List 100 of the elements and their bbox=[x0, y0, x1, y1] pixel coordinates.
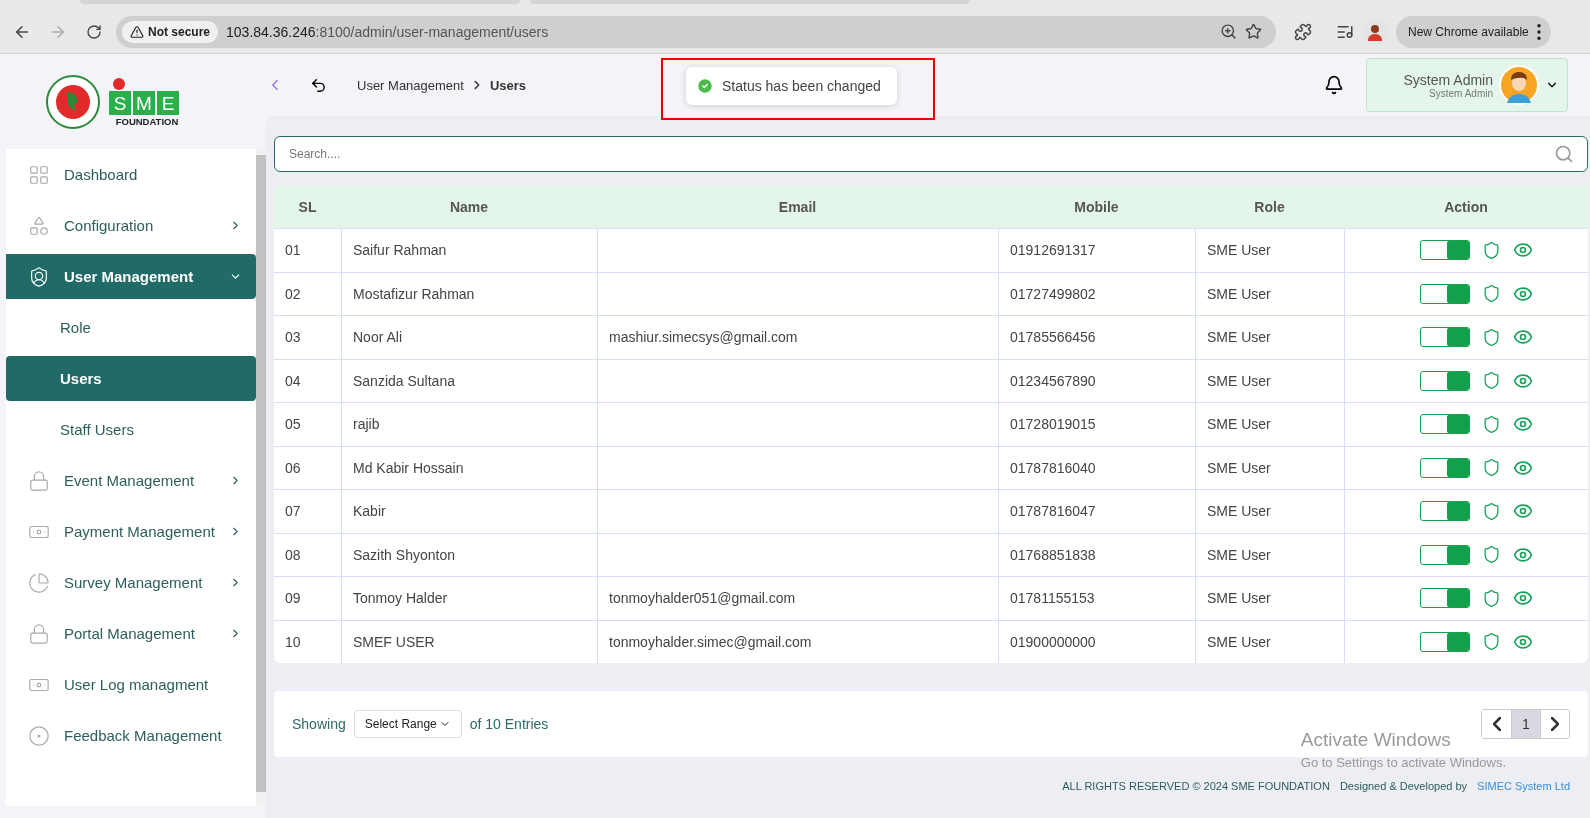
table-cell: 07 bbox=[274, 489, 341, 533]
profile-avatar[interactable] bbox=[1362, 18, 1388, 45]
table-cell: Mostafizur Rahman bbox=[341, 271, 597, 315]
sidebar-item[interactable]: Event Management bbox=[6, 458, 256, 503]
security-chip[interactable]: Not secure bbox=[122, 20, 219, 43]
chevron-right-icon bbox=[1551, 717, 1559, 731]
update-button[interactable]: New Chrome available bbox=[1396, 15, 1551, 48]
table-cell: 09 bbox=[274, 576, 341, 620]
status-toggle[interactable] bbox=[1420, 544, 1470, 565]
table-cell: 01787816040 bbox=[998, 445, 1195, 489]
sidebar-item[interactable]: Survey Management bbox=[6, 560, 256, 605]
breadcrumb-current: Users bbox=[489, 77, 527, 93]
shield-icon[interactable] bbox=[1482, 632, 1501, 652]
warning-icon bbox=[130, 24, 144, 39]
sidebar-item[interactable]: Feedback Management bbox=[6, 713, 256, 758]
column-header: Name bbox=[341, 186, 597, 228]
table-cell: Kabir bbox=[341, 489, 597, 533]
next-page-button[interactable] bbox=[1540, 710, 1569, 738]
shield-icon[interactable] bbox=[1482, 414, 1501, 434]
table-cell: 01785566456 bbox=[998, 315, 1195, 359]
table-cell: SME User bbox=[1195, 402, 1344, 446]
toast-notification: Status has been changed bbox=[686, 67, 897, 105]
search-icon[interactable] bbox=[1554, 144, 1574, 164]
check-icon bbox=[696, 77, 714, 95]
sidebar-item[interactable]: Dashboard bbox=[6, 152, 256, 197]
submenu-item[interactable]: Staff Users bbox=[6, 407, 256, 452]
shapes-icon bbox=[28, 214, 50, 237]
sidebar-item[interactable]: Payment Management bbox=[6, 509, 256, 554]
submenu-item[interactable]: Role bbox=[6, 305, 256, 350]
table-cell: SME User bbox=[1195, 576, 1344, 620]
status-toggle[interactable] bbox=[1420, 414, 1470, 435]
address-bar[interactable]: Not secure 103.84.36.246:8100/admin/user-management/users bbox=[116, 15, 1276, 48]
table-cell: SMEF USER bbox=[341, 619, 597, 663]
status-toggle[interactable] bbox=[1420, 457, 1470, 478]
status-toggle[interactable] bbox=[1420, 240, 1470, 261]
table-cell: SME User bbox=[1195, 445, 1344, 489]
table-cell: 01900000000 bbox=[998, 619, 1195, 663]
avatar-icon bbox=[1499, 65, 1539, 105]
pie-chart-icon bbox=[28, 571, 50, 594]
sidebar-item[interactable]: Configuration bbox=[6, 203, 256, 248]
chevron-left-icon bbox=[1492, 717, 1501, 731]
activation-title: Activate Windows bbox=[1300, 729, 1452, 751]
back-icon[interactable] bbox=[310, 76, 327, 94]
shield-icon[interactable] bbox=[1482, 284, 1501, 304]
table-cell: Md Kabir Hossain bbox=[341, 445, 597, 489]
shield-icon[interactable] bbox=[1482, 501, 1501, 521]
table-cell: SME User bbox=[1195, 619, 1344, 663]
url-text: 103.84.36.246:8100/admin/user-management/users bbox=[226, 23, 550, 40]
table-cell: 01912691317 bbox=[998, 228, 1195, 272]
table-cell: tonmoyhalder.simec@gmail.com bbox=[597, 619, 998, 663]
column-header: Email bbox=[597, 186, 998, 228]
submenu-item[interactable]: Users bbox=[6, 356, 256, 401]
status-toggle[interactable] bbox=[1420, 283, 1470, 304]
status-toggle[interactable] bbox=[1420, 370, 1470, 391]
status-toggle[interactable] bbox=[1420, 501, 1470, 522]
page-button[interactable]: 1 bbox=[1511, 710, 1540, 738]
shield-icon[interactable] bbox=[1482, 588, 1501, 608]
table-cell: SME User bbox=[1195, 271, 1344, 315]
table-cell: 01768851838 bbox=[998, 532, 1195, 576]
shield-icon[interactable] bbox=[1482, 327, 1501, 347]
column-header: Role bbox=[1195, 186, 1344, 228]
status-toggle[interactable] bbox=[1420, 588, 1470, 609]
table-cell: 01727499802 bbox=[998, 271, 1195, 315]
table-cell: SME User bbox=[1195, 532, 1344, 576]
table-cell: 06 bbox=[274, 445, 341, 489]
reload-icon bbox=[86, 23, 102, 40]
entries-label: of 10 Entries bbox=[469, 716, 549, 732]
table-cell: SME User bbox=[1195, 228, 1344, 272]
table-cell: mashiur.simecsys@gmail.com bbox=[597, 315, 998, 359]
logo-mark-drawing: S M E FOUNDATION bbox=[107, 76, 181, 127]
shield-icon[interactable] bbox=[1482, 240, 1501, 260]
bell-icon[interactable] bbox=[1324, 75, 1344, 95]
credit-text: Designed & Developed by bbox=[1339, 780, 1468, 793]
bookmark-star-icon[interactable] bbox=[1245, 23, 1262, 40]
sidebar-item[interactable]: Portal Management bbox=[6, 611, 256, 656]
table-cell: 08 bbox=[274, 532, 341, 576]
grid-icon bbox=[28, 163, 50, 186]
shield-icon[interactable] bbox=[1482, 371, 1501, 391]
range-select[interactable]: Select Range bbox=[353, 710, 462, 738]
status-toggle[interactable] bbox=[1420, 327, 1470, 348]
table-cell: SME User bbox=[1195, 358, 1344, 402]
status-toggle[interactable] bbox=[1420, 631, 1470, 652]
table-cell: 01781155153 bbox=[998, 576, 1195, 620]
shield-icon[interactable] bbox=[1482, 545, 1501, 565]
circle-icon bbox=[28, 724, 50, 747]
column-header: Action bbox=[1344, 186, 1588, 228]
breadcrumb-link[interactable]: User Management bbox=[357, 77, 464, 93]
table-cell: 03 bbox=[274, 315, 341, 359]
shield-icon[interactable] bbox=[1482, 458, 1501, 478]
sidebar-item[interactable]: User Management bbox=[6, 254, 256, 299]
user-menu[interactable]: System Admin System Admin bbox=[1366, 58, 1568, 112]
search-field[interactable]: Search.... bbox=[274, 136, 1588, 172]
scrollbar[interactable] bbox=[255, 149, 266, 806]
table-cell: SME User bbox=[1195, 489, 1344, 533]
zoom-icon[interactable] bbox=[1220, 23, 1237, 40]
table-cell: 10 bbox=[274, 619, 341, 663]
extensions-icon[interactable] bbox=[1294, 22, 1312, 41]
sidebar-item[interactable]: User Log managment bbox=[6, 662, 256, 707]
table-cell: 05 bbox=[274, 402, 341, 446]
table-cell: Sazith Shyonton bbox=[341, 532, 597, 576]
